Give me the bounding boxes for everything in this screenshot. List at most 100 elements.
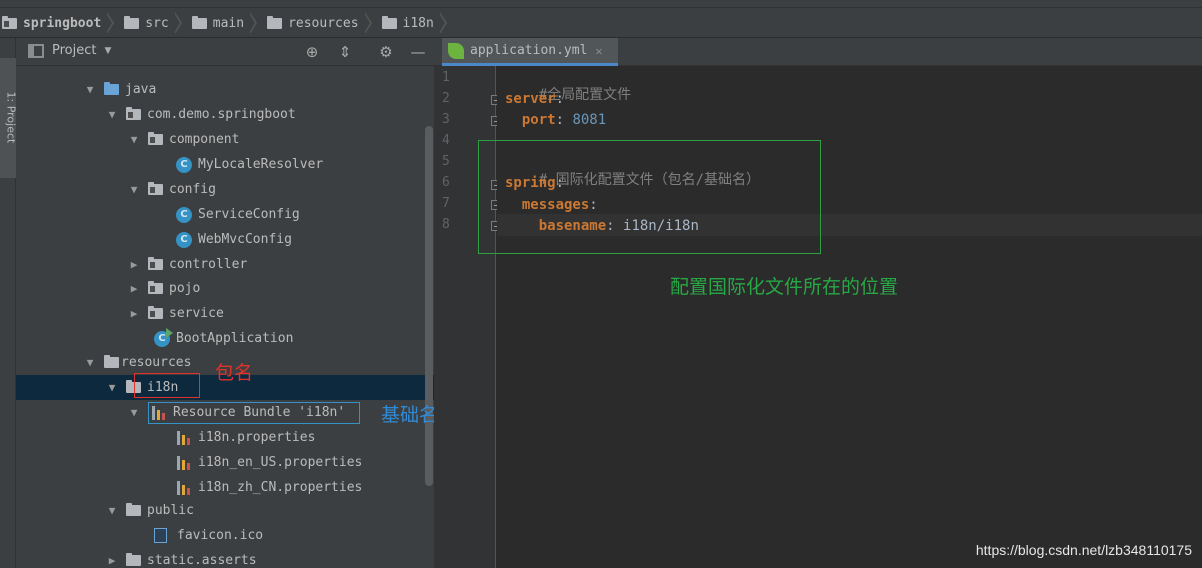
tree-item-label: com.demo.springboot: [147, 107, 296, 122]
tree-item-bootapplication[interactable]: C BootApplication: [16, 326, 434, 351]
breadcrumb-item-i18n[interactable]: i18n: [381, 12, 451, 34]
spring-leaf-icon: [448, 42, 464, 59]
collapsed-arrow-icon[interactable]: ▶: [126, 258, 142, 271]
minimize-icon[interactable]: —: [410, 44, 426, 60]
target-icon[interactable]: ⊕: [304, 44, 320, 60]
properties-icon: [176, 430, 192, 446]
code-line-3: port: 8081: [521, 112, 607, 128]
tree-item-config[interactable]: ▼ config: [16, 177, 434, 202]
class-icon: C: [176, 231, 192, 248]
line-number: 8: [442, 217, 450, 232]
image-file-icon: [154, 528, 167, 543]
left-tool-window-strip: 1: Project: [0, 38, 18, 568]
project-tool-tab[interactable]: 1: Project: [0, 58, 18, 178]
tree-item-static-asserts[interactable]: ▶ static.asserts: [16, 548, 434, 568]
project-panel-header: Project ▼ ⊕ ⇕ ⚙ —: [16, 38, 434, 66]
tree-item-java[interactable]: ▼ java: [16, 77, 434, 102]
expanded-arrow-icon[interactable]: ▼: [126, 183, 142, 196]
folder-icon: [124, 15, 140, 29]
tree-item-component[interactable]: ▼ component: [16, 127, 434, 152]
boot-class-icon: C: [154, 327, 173, 347]
tree-item-serviceconfig[interactable]: C ServiceConfig: [16, 202, 434, 227]
tree-item-i18n-en-us-properties[interactable]: i18n_en_US.properties: [16, 450, 434, 475]
tree-item-label: MyLocaleResolver: [198, 157, 324, 172]
breadcrumb-item-src[interactable]: src: [124, 12, 185, 34]
tree-item-controller[interactable]: ▶ controller: [16, 252, 434, 277]
breadcrumb-separator: [249, 12, 258, 34]
close-icon[interactable]: ✕: [595, 44, 602, 58]
base-name-annotation: 基础名: [381, 404, 439, 426]
package-icon: [148, 182, 163, 195]
tree-item-label: ServiceConfig: [198, 207, 300, 222]
tree-item-service[interactable]: ▶ service: [16, 301, 434, 326]
tree-item-label: i18n_en_US.properties: [198, 455, 363, 470]
breadcrumb-label: src: [145, 15, 169, 31]
breadcrumb-label: i18n: [402, 15, 434, 31]
expanded-arrow-icon[interactable]: ▼: [126, 133, 142, 146]
breadcrumb-item-springboot[interactable]: springboot: [2, 12, 118, 34]
breadcrumb-label: resources: [288, 15, 359, 31]
class-icon: C: [176, 206, 192, 223]
project-view-selector[interactable]: Project ▼: [28, 43, 111, 58]
chevron-down-icon: ▼: [104, 45, 112, 56]
breadcrumb-separator: [106, 12, 115, 34]
collapsed-arrow-icon[interactable]: ▶: [126, 307, 142, 320]
source-folder-icon: [104, 82, 119, 95]
breadcrumb-item-main[interactable]: main: [191, 12, 261, 34]
tree-item-label: config: [169, 182, 216, 197]
tree-scrollbar[interactable]: [425, 126, 433, 486]
package-icon: [148, 132, 163, 145]
folder-icon: [126, 503, 141, 516]
folder-icon: [126, 553, 141, 566]
collapse-icon[interactable]: ⇕: [337, 44, 353, 60]
tree-item-label: Resource Bundle 'i18n': [173, 405, 346, 420]
expanded-arrow-icon[interactable]: ▼: [104, 108, 120, 121]
breadcrumb-bar: springboot src main resources i18n: [0, 0, 1202, 38]
package-icon: [148, 257, 163, 270]
properties-icon: [176, 455, 192, 471]
collapsed-arrow-icon[interactable]: ▶: [126, 282, 142, 295]
breadcrumb: springboot src main resources i18n: [2, 12, 451, 34]
expanded-arrow-icon[interactable]: ▼: [126, 406, 142, 419]
line-number: 4: [442, 133, 450, 148]
collapsed-arrow-icon[interactable]: ▶: [104, 554, 120, 567]
tree-item-webmvcconfig[interactable]: C WebMvcConfig: [16, 227, 434, 252]
module-icon: [2, 15, 17, 29]
code-line-2: server:: [505, 91, 565, 107]
line-number: 2: [442, 91, 450, 106]
tree-item-label: WebMvcConfig: [198, 232, 292, 247]
tree-item-i18n-zh-cn-properties[interactable]: i18n_zh_CN.properties: [16, 475, 434, 500]
tree-item-pojo[interactable]: ▶ pojo: [16, 276, 434, 301]
tree-item-com-demo-springboot[interactable]: ▼ com.demo.springboot: [16, 102, 434, 127]
folder-icon: [191, 15, 207, 29]
gear-icon[interactable]: ⚙: [378, 44, 394, 60]
tree-item-resource-bundle[interactable]: ▼ Resource Bundle 'i18n': [16, 400, 434, 425]
breadcrumb-item-resources[interactable]: resources: [267, 12, 375, 34]
resources-folder-icon: [267, 15, 283, 29]
i18n-config-highlight: [478, 140, 821, 254]
project-icon: [28, 43, 44, 58]
expanded-arrow-icon[interactable]: ▼: [104, 504, 120, 517]
resource-bundle-icon: [151, 405, 167, 421]
tree-item-favicon[interactable]: favicon.ico: [16, 523, 434, 548]
breadcrumb-label: main: [212, 15, 245, 31]
yaml-number-value: 8081: [572, 112, 607, 128]
expanded-arrow-icon[interactable]: ▼: [82, 83, 98, 96]
tree-item-label: java: [125, 82, 157, 97]
tree-item-i18n-properties[interactable]: i18n.properties: [16, 425, 434, 450]
config-location-annotation: 配置国际化文件所在的位置: [670, 276, 899, 298]
tree-item-label: i18n.properties: [198, 430, 316, 445]
class-icon: C: [176, 156, 192, 173]
folder-icon: [381, 15, 397, 29]
tab-application-yml[interactable]: application.yml ✕: [442, 38, 618, 66]
expanded-arrow-icon[interactable]: ▼: [104, 381, 120, 394]
tree-item-label: controller: [169, 257, 248, 272]
tab-label: application.yml: [470, 43, 588, 58]
tree-item-public[interactable]: ▼ public: [16, 498, 434, 523]
breadcrumb-separator: [363, 12, 372, 34]
project-tree: ▼ java ▼ com.demo.springboot ▼ component…: [16, 66, 434, 568]
line-number: 6: [442, 175, 450, 190]
tree-item-label: favicon.ico: [177, 528, 264, 543]
expanded-arrow-icon[interactable]: ▼: [82, 356, 98, 369]
tree-item-mylocaleresolver[interactable]: C MyLocaleResolver: [16, 152, 434, 177]
